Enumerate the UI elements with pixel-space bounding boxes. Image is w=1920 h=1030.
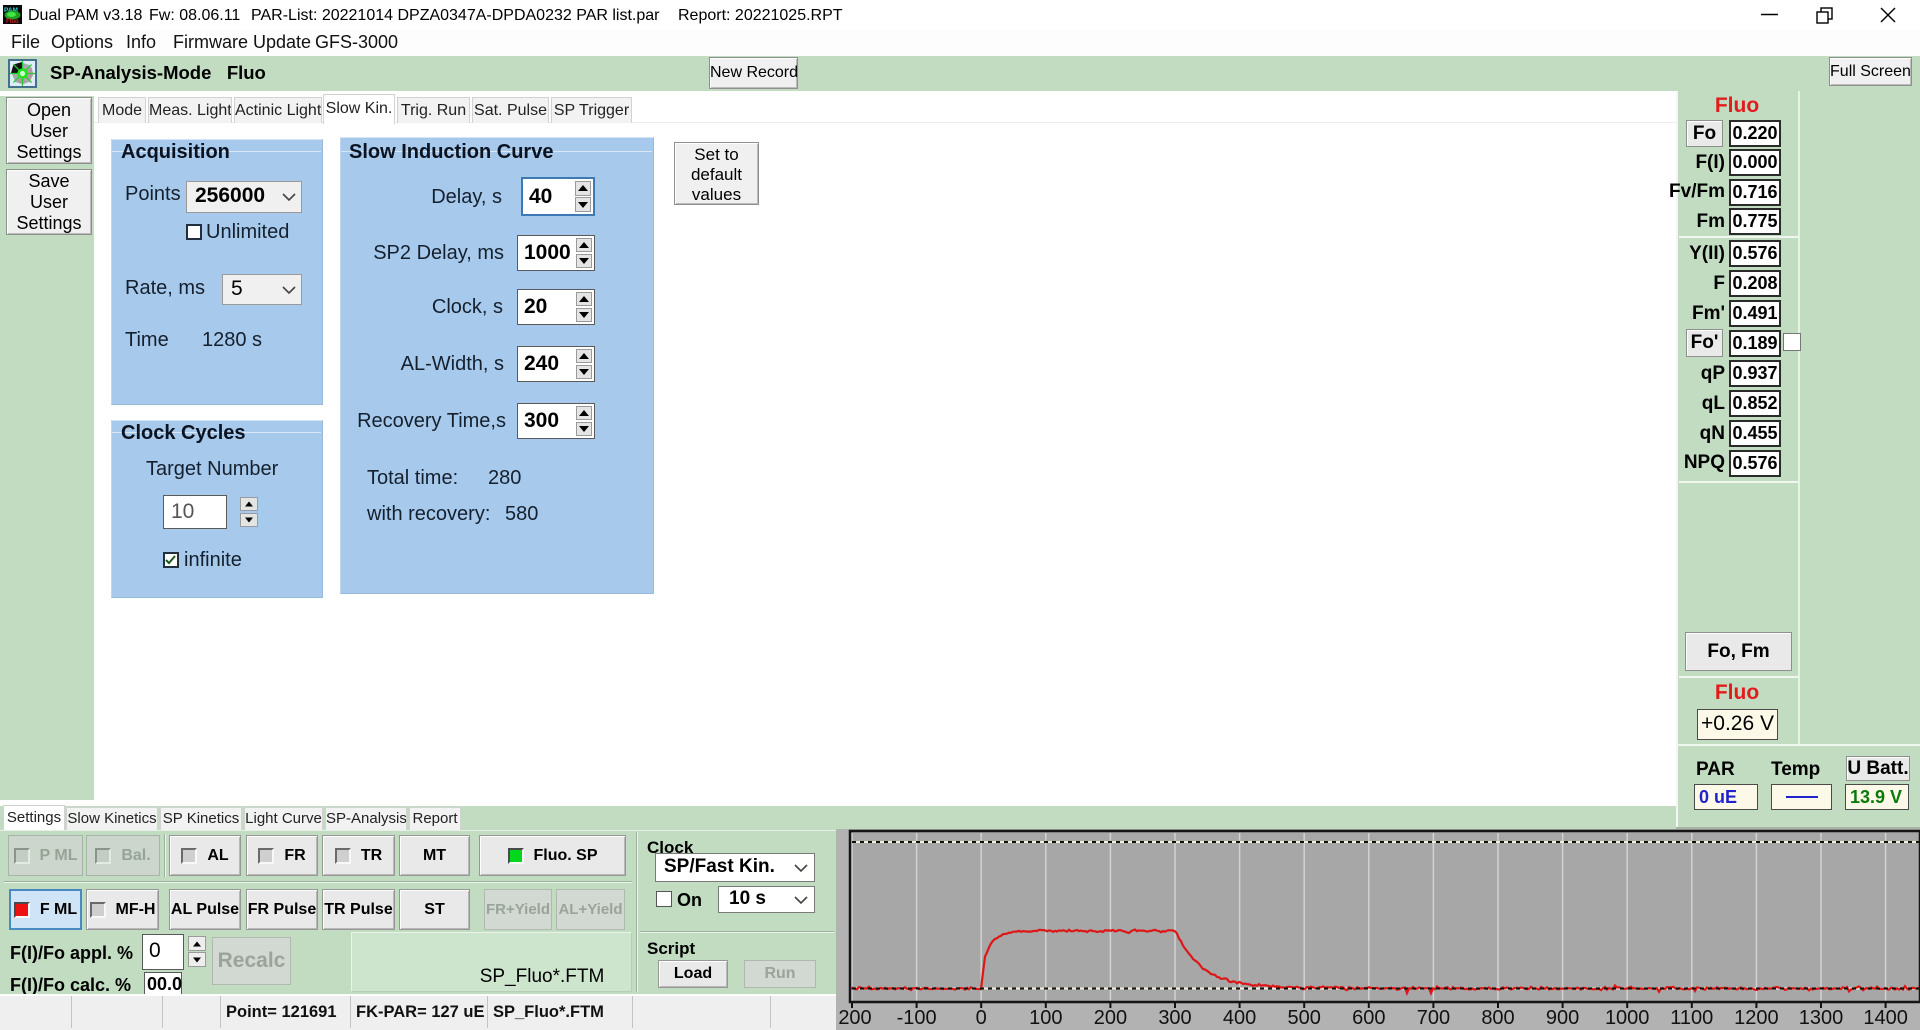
svg-text:1200: 1200 (1734, 1007, 1779, 1029)
svg-text:100: 100 (1029, 1007, 1062, 1029)
svg-text:400: 400 (1223, 1007, 1256, 1029)
svg-text:500: 500 (1288, 1007, 1321, 1029)
svg-text:700: 700 (1417, 1007, 1450, 1029)
svg-text:1300: 1300 (1799, 1007, 1844, 1029)
svg-text:Fluo: Fluo (6, 19, 19, 24)
svg-text:200: 200 (838, 1007, 871, 1029)
svg-text:-100: -100 (897, 1007, 937, 1029)
svg-text:1000: 1000 (1605, 1007, 1650, 1029)
svg-text:1100: 1100 (1670, 1007, 1713, 1029)
svg-text:0: 0 (976, 1007, 987, 1029)
svg-text:600: 600 (1352, 1007, 1385, 1029)
svg-text:200: 200 (1094, 1007, 1127, 1029)
svg-text:800: 800 (1481, 1007, 1514, 1029)
svg-text:300: 300 (1158, 1007, 1191, 1029)
svg-text:1400: 1400 (1863, 1007, 1908, 1029)
svg-text:900: 900 (1546, 1007, 1579, 1029)
